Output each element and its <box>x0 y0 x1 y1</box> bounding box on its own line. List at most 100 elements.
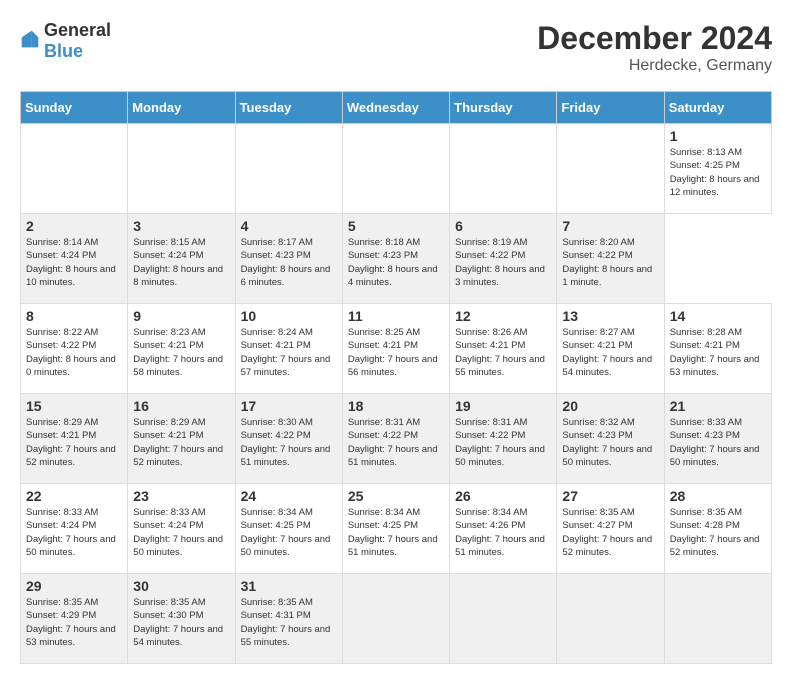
day-info: Sunrise: 8:28 AMSunset: 4:21 PMDaylight:… <box>670 326 766 379</box>
header-wednesday: Wednesday <box>342 92 449 124</box>
day-cell-21: 21 Sunrise: 8:33 AMSunset: 4:23 PMDayligh… <box>664 394 771 484</box>
day-cell-17: 17 Sunrise: 8:30 AMSunset: 4:22 PMDayligh… <box>235 394 342 484</box>
day-cell-3: 3 Sunrise: 8:15 AMSunset: 4:24 PMDaylight… <box>128 214 235 304</box>
day-cell-23: 23Sunrise: 8:33 AMSunset: 4:24 PMDayligh… <box>128 484 235 574</box>
day-cell-9: 9 Sunrise: 8:23 AMSunset: 4:21 PMDaylight… <box>128 304 235 394</box>
day-cell-12: 12Sunrise: 8:26 AMSunset: 4:21 PMDayligh… <box>450 304 557 394</box>
day-number: 28 <box>670 488 766 504</box>
day-number: 26 <box>455 488 551 504</box>
day-info: Sunrise: 8:25 AMSunset: 4:21 PMDaylight:… <box>348 326 444 379</box>
day-number: 18 <box>348 398 444 414</box>
calendar-header-row: SundayMondayTuesdayWednesdayThursdayFrid… <box>21 92 772 124</box>
day-number: 20 <box>562 398 658 414</box>
day-cell-19: 19 Sunrise: 8:31 AMSunset: 4:22 PMDayligh… <box>450 394 557 484</box>
day-info: Sunrise: 8:20 AMSunset: 4:22 PMDaylight:… <box>562 236 658 289</box>
empty-cell <box>342 574 449 664</box>
calendar-week-1: 2Sunrise: 8:14 AMSunset: 4:24 PMDaylight… <box>21 214 772 304</box>
day-number: 30 <box>133 578 229 594</box>
day-info: Sunrise: 8:35 AMSunset: 4:30 PMDaylight:… <box>133 596 229 649</box>
day-number: 6 <box>455 218 551 234</box>
day-number: 25 <box>348 488 444 504</box>
header-thursday: Thursday <box>450 92 557 124</box>
day-info: Sunrise: 8:31 AMSunset: 4:22 PMDaylight:… <box>455 416 551 469</box>
empty-cell <box>450 574 557 664</box>
day-info: Sunrise: 8:34 AMSunset: 4:25 PMDaylight:… <box>241 506 337 559</box>
empty-cell <box>128 124 235 214</box>
day-info: Sunrise: 8:19 AMSunset: 4:22 PMDaylight:… <box>455 236 551 289</box>
day-cell-13: 13 Sunrise: 8:27 AMSunset: 4:21 PMDayligh… <box>557 304 664 394</box>
empty-cell <box>342 124 449 214</box>
day-info: Sunrise: 8:24 AMSunset: 4:21 PMDaylight:… <box>241 326 337 379</box>
day-cell-4: 4 Sunrise: 8:17 AMSunset: 4:23 PMDaylight… <box>235 214 342 304</box>
day-info: Sunrise: 8:33 AMSunset: 4:23 PMDaylight:… <box>670 416 766 469</box>
day-cell-26: 26 Sunrise: 8:34 AMSunset: 4:26 PMDayligh… <box>450 484 557 574</box>
month-title: December 2024 <box>537 20 772 57</box>
page-header: General Blue December 2024 Herdecke, Ger… <box>20 20 772 75</box>
day-info: Sunrise: 8:33 AMSunset: 4:24 PMDaylight:… <box>26 506 122 559</box>
day-number: 8 <box>26 308 122 324</box>
calendar-week-4: 22 Sunrise: 8:33 AMSunset: 4:24 PMDayligh… <box>21 484 772 574</box>
day-info: Sunrise: 8:31 AMSunset: 4:22 PMDaylight:… <box>348 416 444 469</box>
day-cell-7: 7 Sunrise: 8:20 AMSunset: 4:22 PMDaylight… <box>557 214 664 304</box>
logo: General Blue <box>20 20 111 62</box>
day-cell-28: 28 Sunrise: 8:35 AMSunset: 4:28 PMDayligh… <box>664 484 771 574</box>
day-number: 23 <box>133 488 229 504</box>
day-cell-18: 18 Sunrise: 8:31 AMSunset: 4:22 PMDayligh… <box>342 394 449 484</box>
day-cell-27: 27 Sunrise: 8:35 AMSunset: 4:27 PMDayligh… <box>557 484 664 574</box>
day-info: Sunrise: 8:15 AMSunset: 4:24 PMDaylight:… <box>133 236 229 289</box>
day-cell-10: 10 Sunrise: 8:24 AMSunset: 4:21 PMDayligh… <box>235 304 342 394</box>
day-cell-16: 16 Sunrise: 8:29 AMSunset: 4:21 PMDayligh… <box>128 394 235 484</box>
day-number: 31 <box>241 578 337 594</box>
day-info: Sunrise: 8:26 AMSunset: 4:21 PMDaylight:… <box>455 326 551 379</box>
day-info: Sunrise: 8:34 AMSunset: 4:25 PMDaylight:… <box>348 506 444 559</box>
day-number: 5 <box>348 218 444 234</box>
day-info: Sunrise: 8:14 AMSunset: 4:24 PMDaylight:… <box>26 236 122 289</box>
day-number: 13 <box>562 308 658 324</box>
day-number: 21 <box>670 398 766 414</box>
day-cell-29: 29Sunrise: 8:35 AMSunset: 4:29 PMDayligh… <box>21 574 128 664</box>
day-cell-31: 31 Sunrise: 8:35 AMSunset: 4:31 PMDayligh… <box>235 574 342 664</box>
day-info: Sunrise: 8:29 AMSunset: 4:21 PMDaylight:… <box>133 416 229 469</box>
empty-cell <box>235 124 342 214</box>
day-number: 19 <box>455 398 551 414</box>
day-number: 16 <box>133 398 229 414</box>
day-cell-24: 24 Sunrise: 8:34 AMSunset: 4:25 PMDayligh… <box>235 484 342 574</box>
logo-general-text: General <box>44 20 111 40</box>
day-info: Sunrise: 8:27 AMSunset: 4:21 PMDaylight:… <box>562 326 658 379</box>
day-number: 15 <box>26 398 122 414</box>
day-number: 4 <box>241 218 337 234</box>
day-info: Sunrise: 8:35 AMSunset: 4:31 PMDaylight:… <box>241 596 337 649</box>
day-number: 7 <box>562 218 658 234</box>
day-cell-14: 14Sunrise: 8:28 AMSunset: 4:21 PMDayligh… <box>664 304 771 394</box>
header-tuesday: Tuesday <box>235 92 342 124</box>
day-info: Sunrise: 8:13 AMSunset: 4:25 PMDaylight:… <box>670 146 766 199</box>
day-info: Sunrise: 8:34 AMSunset: 4:26 PMDaylight:… <box>455 506 551 559</box>
header-friday: Friday <box>557 92 664 124</box>
day-number: 17 <box>241 398 337 414</box>
day-info: Sunrise: 8:35 AMSunset: 4:27 PMDaylight:… <box>562 506 658 559</box>
location-title: Herdecke, Germany <box>537 57 772 75</box>
day-info: Sunrise: 8:23 AMSunset: 4:21 PMDaylight:… <box>133 326 229 379</box>
day-number: 9 <box>133 308 229 324</box>
day-info: Sunrise: 8:22 AMSunset: 4:22 PMDaylight:… <box>26 326 122 379</box>
logo-icon <box>20 29 40 49</box>
day-number: 10 <box>241 308 337 324</box>
day-cell-8: 8 Sunrise: 8:22 AMSunset: 4:22 PMDaylight… <box>21 304 128 394</box>
header-monday: Monday <box>128 92 235 124</box>
header-saturday: Saturday <box>664 92 771 124</box>
day-number: 1 <box>670 128 766 144</box>
day-number: 22 <box>26 488 122 504</box>
empty-cell <box>557 574 664 664</box>
calendar-week-5: 29Sunrise: 8:35 AMSunset: 4:29 PMDayligh… <box>21 574 772 664</box>
day-number: 24 <box>241 488 337 504</box>
header-sunday: Sunday <box>21 92 128 124</box>
calendar-week-0: 1 Sunrise: 8:13 AMSunset: 4:25 PMDaylight… <box>21 124 772 214</box>
day-info: Sunrise: 8:35 AMSunset: 4:28 PMDaylight:… <box>670 506 766 559</box>
day-number: 27 <box>562 488 658 504</box>
day-info: Sunrise: 8:17 AMSunset: 4:23 PMDaylight:… <box>241 236 337 289</box>
day-info: Sunrise: 8:18 AMSunset: 4:23 PMDaylight:… <box>348 236 444 289</box>
day-cell-1: 1 Sunrise: 8:13 AMSunset: 4:25 PMDaylight… <box>664 124 771 214</box>
day-info: Sunrise: 8:30 AMSunset: 4:22 PMDaylight:… <box>241 416 337 469</box>
day-number: 3 <box>133 218 229 234</box>
title-block: December 2024 Herdecke, Germany <box>537 20 772 75</box>
